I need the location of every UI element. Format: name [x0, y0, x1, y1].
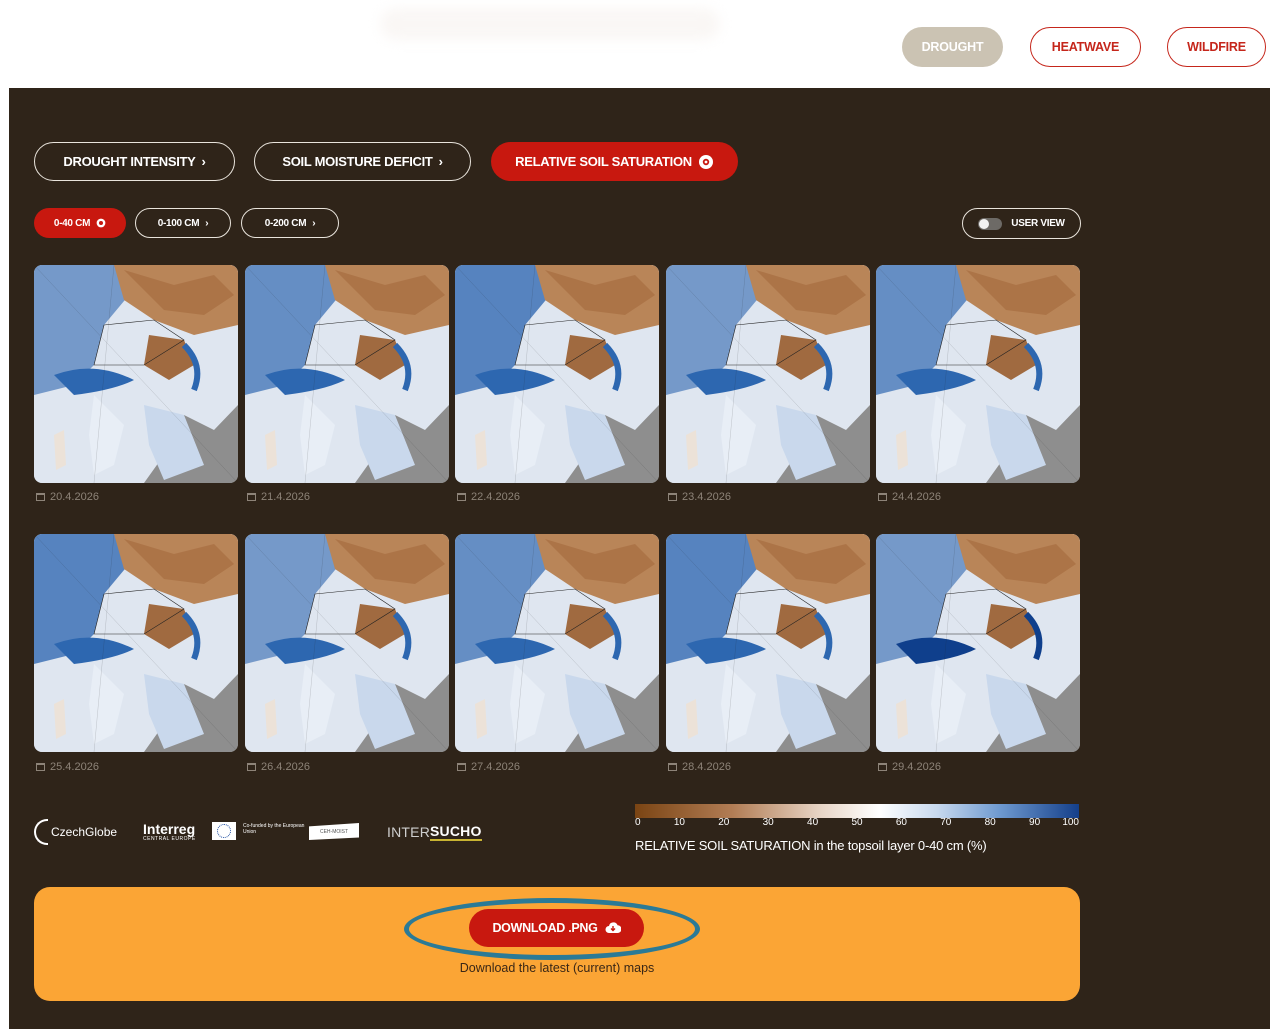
- czechglobe-logo: CzechGlobe: [34, 813, 117, 851]
- map-date: 24.4.2026: [878, 491, 941, 503]
- calendar-icon: [878, 493, 887, 501]
- map-date-text: 29.4.2026: [892, 761, 941, 773]
- calendar-icon: [878, 763, 887, 771]
- map-date: 20.4.2026: [36, 491, 99, 503]
- map-date: 26.4.2026: [247, 761, 310, 773]
- intersucho-logo: INTER SUCHO: [387, 813, 482, 851]
- legend-tick-label: 0: [635, 817, 641, 828]
- legend-tick-label: 80: [984, 817, 996, 828]
- map-date-text: 27.4.2026: [471, 761, 520, 773]
- user-view-toggle[interactable]: USER VIEW: [962, 208, 1081, 239]
- calendar-icon: [247, 493, 256, 501]
- tab-drought-intensity[interactable]: DROUGHT INTENSITY ›: [34, 142, 235, 181]
- map-thumbnail[interactable]: [666, 534, 870, 752]
- map-thumbnail[interactable]: [666, 265, 870, 483]
- map-date-text: 28.4.2026: [682, 761, 731, 773]
- tab-depth-0-100-label: 0-100 CM: [157, 217, 200, 229]
- eu-flag-icon: [212, 822, 236, 840]
- map-thumbnail[interactable]: [455, 534, 659, 752]
- legend-tick-label: 20: [718, 817, 730, 828]
- user-view-label: USER VIEW: [1011, 218, 1065, 229]
- top-bar: DROUGHT HEATWAVE WILDFIRE: [0, 0, 1270, 88]
- calendar-icon: [668, 493, 677, 501]
- map-thumbnail[interactable]: [876, 265, 1080, 483]
- tab-wildfire[interactable]: WILDFIRE: [1167, 27, 1266, 67]
- map-thumbnail[interactable]: [245, 265, 449, 483]
- map-thumbnail[interactable]: [34, 534, 238, 752]
- map-date: 25.4.2026: [36, 761, 99, 773]
- blurred-header-area: [380, 8, 720, 40]
- calendar-icon: [247, 763, 256, 771]
- legend-tick-label: 10: [673, 817, 685, 828]
- calendar-icon: [457, 493, 466, 501]
- highlight-ellipse: [404, 898, 700, 960]
- legend-ticks: 0 10 20 30 40 50 60 70 80 90 100: [635, 817, 1079, 829]
- cofunded-text: Co-funded by the European Union: [243, 823, 305, 835]
- chevron-right-icon: ›: [438, 154, 443, 169]
- tab-heatwave[interactable]: HEATWAVE: [1030, 27, 1141, 67]
- map-date: 22.4.2026: [457, 491, 520, 503]
- eye-icon: [698, 154, 713, 169]
- calendar-icon: [668, 763, 677, 771]
- toggle-switch-icon: [978, 217, 1003, 230]
- map-date-text: 25.4.2026: [50, 761, 99, 773]
- tab-drought-intensity-label: DROUGHT INTENSITY: [63, 154, 196, 169]
- legend-tick-label: 100: [1062, 817, 1079, 828]
- tab-depth-0-40[interactable]: 0-40 CM: [34, 208, 126, 238]
- calendar-icon: [457, 763, 466, 771]
- map-date-text: 24.4.2026: [892, 491, 941, 503]
- legend-tick-label: 90: [1029, 817, 1041, 828]
- tab-depth-0-200-label: 0-200 CM: [264, 217, 307, 229]
- map-date-text: 22.4.2026: [471, 491, 520, 503]
- map-date: 23.4.2026: [668, 491, 731, 503]
- czechglobe-arc-icon: [34, 819, 48, 845]
- download-caption: Download the latest (current) maps: [459, 961, 655, 975]
- map-date: 29.4.2026: [878, 761, 941, 773]
- map-thumbnail[interactable]: [34, 265, 238, 483]
- map-thumbnail[interactable]: [245, 534, 449, 752]
- chevron-right-icon: ›: [201, 154, 206, 169]
- calendar-icon: [36, 493, 45, 501]
- map-thumbnail[interactable]: [455, 265, 659, 483]
- map-date-text: 21.4.2026: [261, 491, 310, 503]
- chevron-right-icon: ›: [312, 217, 316, 229]
- calendar-icon: [36, 763, 45, 771]
- interreg-logo-text: Interreg: [143, 821, 196, 837]
- tab-relative-soil-saturation[interactable]: RELATIVE SOIL SATURATION: [491, 142, 738, 181]
- tab-depth-0-40-label: 0-40 CM: [53, 217, 91, 229]
- legend-tick-label: 40: [807, 817, 819, 828]
- intersucho-logo-part1: INTER: [387, 824, 430, 840]
- tab-depth-0-100[interactable]: 0-100 CM ›: [135, 208, 231, 238]
- interreg-logo: Interreg CENTRAL EUROPE: [143, 813, 196, 851]
- map-thumbnail[interactable]: [876, 534, 1080, 752]
- tab-drought[interactable]: DROUGHT: [902, 27, 1003, 67]
- map-date-text: 26.4.2026: [261, 761, 310, 773]
- tab-soil-moisture-deficit-label: SOIL MOISTURE DEFICIT: [282, 154, 433, 169]
- tab-soil-moisture-deficit[interactable]: SOIL MOISTURE DEFICIT ›: [254, 142, 471, 181]
- legend-tick-label: 30: [762, 817, 774, 828]
- map-date-text: 23.4.2026: [682, 491, 731, 503]
- legend-title: RELATIVE SOIL SATURATION in the topsoil …: [635, 838, 987, 853]
- legend-tick-label: 50: [851, 817, 863, 828]
- legend-tick-label: 70: [940, 817, 952, 828]
- map-date: 21.4.2026: [247, 491, 310, 503]
- czechglobe-logo-text: CzechGlobe: [51, 825, 118, 839]
- interreg-logo-subtext: CENTRAL EUROPE: [143, 836, 196, 842]
- tab-relative-soil-saturation-label: RELATIVE SOIL SATURATION: [515, 154, 692, 169]
- map-date-text: 20.4.2026: [50, 491, 99, 503]
- eye-icon: [96, 218, 106, 228]
- intersucho-logo-part2: SUCHO: [430, 823, 482, 841]
- chevron-right-icon: ›: [205, 217, 209, 229]
- map-date: 27.4.2026: [457, 761, 520, 773]
- legend-tick-label: 60: [895, 817, 907, 828]
- legend-color-bar: [635, 804, 1079, 818]
- map-date: 28.4.2026: [668, 761, 731, 773]
- tab-depth-0-200[interactable]: 0-200 CM ›: [241, 208, 339, 238]
